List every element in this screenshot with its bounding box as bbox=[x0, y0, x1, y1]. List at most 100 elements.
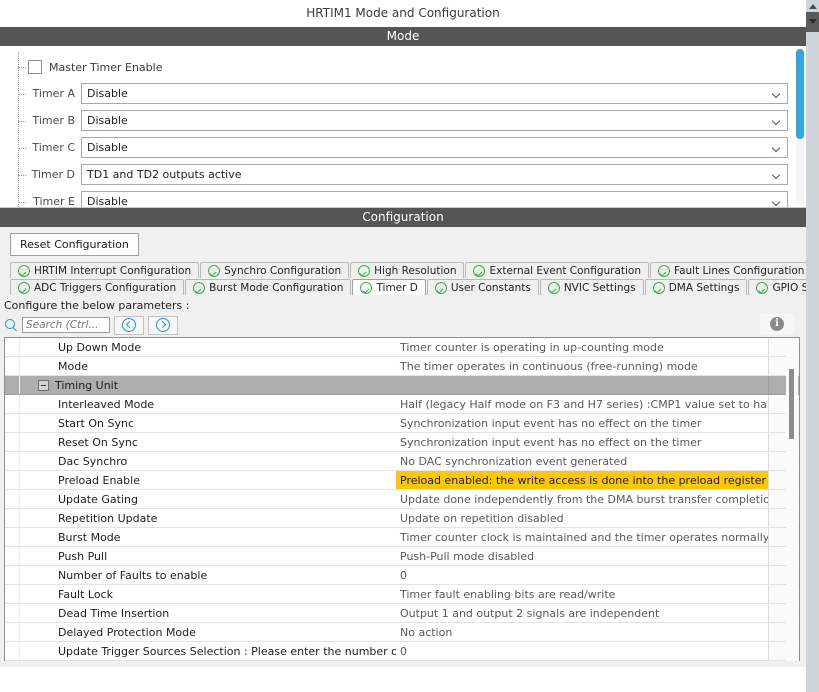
param-value[interactable]: Update done independently from the DMA b… bbox=[396, 489, 769, 509]
table-row[interactable]: Push Pull Push-Pull mode disabled bbox=[5, 546, 799, 566]
group-name: Timing Unit bbox=[19, 375, 396, 395]
param-name: Repetition Update bbox=[19, 508, 396, 528]
param-value[interactable]: Timer counter clock is maintained and th… bbox=[396, 527, 769, 547]
table-row[interactable]: Up Down Mode Timer counter is operating … bbox=[5, 338, 799, 357]
param-value[interactable]: The timer operates in continuous (free-r… bbox=[396, 356, 769, 376]
collapse-group-icon[interactable] bbox=[38, 380, 49, 391]
parameters-table-scrollbar-thumb[interactable] bbox=[789, 369, 794, 439]
table-row[interactable]: Reset On Sync Synchronization input even… bbox=[5, 432, 799, 452]
tab-fault-lines-configuration[interactable]: Fault Lines Configuration bbox=[650, 262, 813, 278]
param-name: Start On Sync bbox=[19, 413, 396, 433]
param-value[interactable]: Update on repetition disabled bbox=[396, 508, 769, 528]
timer-c-select[interactable]: Disable bbox=[81, 137, 788, 158]
row-gutter bbox=[5, 451, 20, 471]
table-row[interactable]: Fault Lock Timer fault enabling bits are… bbox=[5, 584, 799, 604]
tree-stub bbox=[18, 201, 26, 203]
chevron-down-icon bbox=[773, 172, 780, 179]
tab-external-event-configuration[interactable]: External Event Configuration bbox=[465, 262, 650, 278]
check-circle-icon bbox=[434, 281, 447, 294]
scroll-up-button[interactable] bbox=[806, 0, 819, 12]
table-row[interactable]: Delayed Protection Mode No action bbox=[5, 622, 799, 642]
table-row[interactable]: Dead Time Insertion Output 1 and output … bbox=[5, 603, 799, 623]
tab-nvic-settings[interactable]: NVIC Settings bbox=[539, 279, 644, 295]
search-toolbar: i bbox=[0, 313, 806, 337]
timer-d-select[interactable]: TD1 and TD2 outputs active bbox=[81, 164, 788, 185]
param-value[interactable]: Push-Pull mode disabled bbox=[396, 546, 769, 566]
parameters-table-scrollbar[interactable] bbox=[786, 339, 798, 665]
row-gutter bbox=[5, 489, 20, 509]
table-row[interactable]: Start On Sync Synchronization input even… bbox=[5, 413, 799, 433]
param-value[interactable]: No DAC synchronization event generated bbox=[396, 451, 769, 471]
tab-burst-mode-configuration[interactable]: Burst Mode Configuration bbox=[185, 279, 352, 295]
timer-a-select[interactable]: Disable bbox=[81, 83, 788, 104]
tab-adc-triggers-configuration[interactable]: ADC Triggers Configuration bbox=[10, 279, 185, 295]
master-timer-enable-checkbox[interactable] bbox=[28, 60, 42, 74]
param-name: Interleaved Mode bbox=[19, 394, 396, 414]
tab-label: ADC Triggers Configuration bbox=[34, 281, 177, 294]
info-button[interactable]: i bbox=[760, 314, 794, 334]
table-row[interactable]: Interleaved Mode Half (legacy Half mode … bbox=[5, 394, 799, 414]
configuration-tabs: HRTIM Interrupt Configuration Synchro Co… bbox=[0, 261, 819, 295]
timer-e-select[interactable]: Disable bbox=[81, 191, 788, 208]
timer-a-value: Disable bbox=[87, 87, 128, 100]
timer-a-row: Timer A Disable bbox=[0, 80, 806, 107]
row-gutter bbox=[5, 413, 20, 433]
param-value[interactable]: 0 bbox=[396, 565, 769, 585]
configuration-tabs-row-1: HRTIM Interrupt Configuration Synchro Co… bbox=[2, 261, 813, 278]
mode-panel: Master Timer Enable Timer A Disable Time… bbox=[0, 46, 806, 208]
mode-panel-scrollbar[interactable] bbox=[796, 49, 804, 204]
param-value[interactable]: 0 bbox=[396, 641, 769, 661]
parameters-table-body: Up Down Mode Timer counter is operating … bbox=[5, 338, 799, 666]
timer-e-value: Disable bbox=[87, 195, 128, 208]
tree-stub bbox=[18, 147, 26, 149]
mode-panel-scrollbar-thumb[interactable] bbox=[796, 49, 804, 139]
prev-match-button[interactable] bbox=[114, 315, 144, 335]
next-match-button[interactable] bbox=[148, 315, 178, 335]
tab-timer-d[interactable]: Timer D bbox=[352, 279, 426, 295]
page-scrollbar-thumb[interactable] bbox=[806, 12, 819, 32]
table-row[interactable]: Number of Faults to enable 0 bbox=[5, 565, 799, 585]
table-group-row-timing-unit[interactable]: Timing Unit bbox=[5, 375, 799, 395]
search-icon bbox=[5, 318, 18, 332]
check-circle-icon bbox=[360, 281, 373, 294]
param-value[interactable]: Preload enabled: the write access is don… bbox=[396, 470, 769, 490]
row-gutter bbox=[5, 508, 20, 528]
tab-synchro-configuration[interactable]: Synchro Configuration bbox=[200, 262, 350, 278]
param-name: Dac Synchro bbox=[19, 451, 396, 471]
configuration-section-header: Configuration bbox=[0, 208, 806, 227]
table-row[interactable]: Burst Mode Timer counter clock is mainta… bbox=[5, 527, 799, 547]
master-timer-enable-label: Master Timer Enable bbox=[49, 60, 163, 74]
reset-configuration-button[interactable]: Reset Configuration bbox=[10, 232, 139, 256]
tab-label: DMA Settings bbox=[668, 281, 740, 294]
row-gutter bbox=[5, 603, 20, 623]
tab-hrtim-interrupt-configuration[interactable]: HRTIM Interrupt Configuration bbox=[10, 262, 200, 278]
tab-user-constants[interactable]: User Constants bbox=[426, 279, 539, 295]
param-value[interactable]: Timer fault enabling bits are read/write bbox=[396, 584, 769, 604]
table-row[interactable]: Dac Synchro No DAC synchronization event… bbox=[5, 451, 799, 471]
param-value[interactable]: Output 1 and output 2 signals are indepe… bbox=[396, 603, 769, 623]
check-circle-icon bbox=[18, 264, 30, 277]
tab-dma-settings[interactable]: DMA Settings bbox=[644, 279, 748, 295]
timer-c-label: Timer C bbox=[32, 141, 75, 154]
param-value[interactable]: Synchronization input event has no effec… bbox=[396, 413, 769, 433]
param-value[interactable]: Timer counter is operating in up-countin… bbox=[396, 338, 769, 357]
page-scrollbar[interactable] bbox=[806, 0, 819, 692]
check-circle-icon bbox=[756, 281, 769, 294]
check-circle-icon bbox=[208, 264, 221, 277]
row-gutter bbox=[5, 394, 20, 414]
tree-stub bbox=[18, 67, 26, 68]
timer-e-row: Timer E Disable bbox=[0, 188, 806, 208]
param-value[interactable]: No action bbox=[396, 622, 769, 642]
search-input[interactable] bbox=[22, 317, 110, 333]
param-value[interactable]: Half (legacy Half mode on F3 and H7 seri… bbox=[396, 394, 769, 414]
tab-high-resolution[interactable]: High Resolution bbox=[350, 262, 465, 278]
table-row[interactable]: Update Gating Update done independently … bbox=[5, 489, 799, 509]
timer-b-select[interactable]: Disable bbox=[81, 110, 788, 131]
param-value[interactable]: Synchronization input event has no effec… bbox=[396, 432, 769, 452]
param-name: Mode bbox=[19, 356, 396, 376]
table-row[interactable]: Mode The timer operates in continuous (f… bbox=[5, 356, 799, 376]
check-circle-icon bbox=[358, 264, 371, 277]
table-row[interactable]: Preload Enable Preload enabled: the writ… bbox=[5, 470, 799, 490]
table-row[interactable]: Repetition Update Update on repetition d… bbox=[5, 508, 799, 528]
table-row[interactable]: Update Trigger Sources Selection : Pleas… bbox=[5, 641, 799, 661]
